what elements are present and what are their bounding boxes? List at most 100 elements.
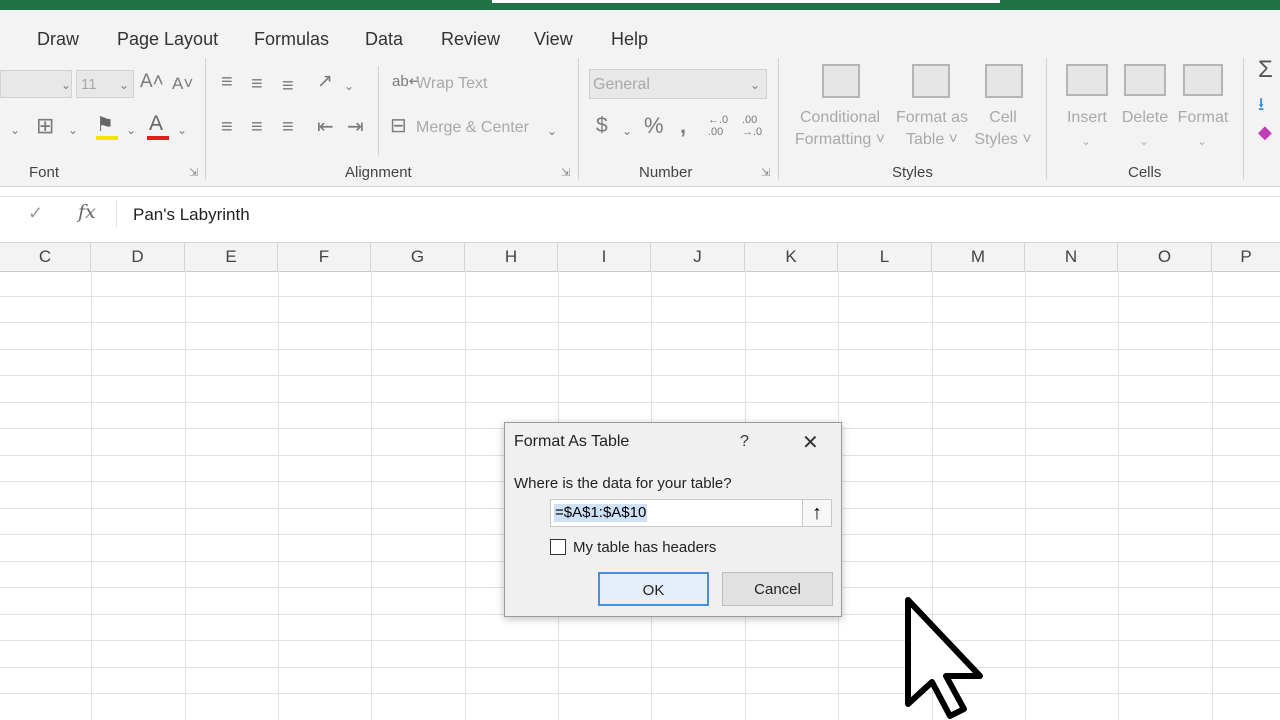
headers-checkbox-label[interactable]: My table has headers — [573, 539, 716, 556]
align-right-icon[interactable]: ≡ — [282, 117, 294, 137]
merge-center-label[interactable]: Merge & Center — [416, 117, 529, 139]
format-cells-icon[interactable] — [1183, 64, 1223, 96]
number-format-select[interactable]: General ⌄ — [589, 69, 767, 99]
comma-style-icon[interactable]: , — [680, 115, 686, 137]
chevron-down-icon[interactable]: ⌄ — [622, 121, 632, 141]
autosum-icon[interactable]: Σ — [1258, 58, 1273, 82]
column-header-l[interactable]: L — [838, 243, 932, 271]
tab-formulas[interactable]: Formulas — [254, 29, 329, 50]
increase-indent-icon[interactable]: ⇥ — [347, 117, 364, 137]
dialog-launcher-icon[interactable]: ⇲ — [189, 166, 198, 179]
collapse-dialog-icon[interactable]: ↑ — [802, 500, 831, 526]
align-bottom-icon[interactable]: ≡ — [282, 76, 294, 96]
column-header-h[interactable]: H — [465, 243, 558, 271]
cancel-button[interactable]: Cancel — [722, 572, 833, 606]
font-group-label: Font — [29, 164, 60, 181]
column-header-p[interactable]: P — [1212, 243, 1280, 271]
font-name-select[interactable]: ⌄ — [0, 70, 72, 98]
format-as-table-icon[interactable] — [912, 64, 950, 98]
align-center-icon[interactable]: ≡ — [251, 117, 263, 137]
cell-styles-label-2[interactable]: Styles ˅ — [968, 129, 1038, 151]
merge-center-icon[interactable]: ⊟ — [390, 116, 407, 136]
chevron-down-icon[interactable]: ⌄ — [68, 120, 78, 140]
dialog-launcher-icon[interactable]: ⇲ — [561, 166, 570, 179]
column-header-o[interactable]: O — [1118, 243, 1212, 271]
chevron-down-icon[interactable]: ⌄ — [1081, 131, 1091, 151]
formula-bar-divider — [116, 200, 117, 228]
align-top-icon[interactable]: ≡ — [221, 72, 233, 92]
column-header-k[interactable]: K — [745, 243, 838, 271]
chevron-down-icon[interactable]: ⌄ — [10, 120, 20, 140]
chevron-down-icon[interactable]: ⌄ — [1139, 131, 1149, 151]
group-divider — [578, 58, 579, 180]
chevron-down-icon[interactable]: ⌄ — [547, 121, 557, 141]
column-header-e[interactable]: E — [185, 243, 278, 271]
clear-eraser-icon[interactable]: ◆ — [1258, 122, 1272, 142]
decrease-decimal-icon[interactable]: .00 →.0 — [742, 114, 762, 138]
column-header-i[interactable]: I — [558, 243, 651, 271]
column-header-g[interactable]: G — [371, 243, 465, 271]
column-header-d[interactable]: D — [91, 243, 185, 271]
grid-line — [1118, 271, 1119, 720]
grid-line — [185, 271, 186, 720]
delete-cells-icon[interactable] — [1124, 64, 1166, 96]
cell-styles-label-1[interactable]: Cell — [970, 107, 1036, 129]
tab-data[interactable]: Data — [365, 29, 403, 50]
format-as-table-label-1[interactable]: Format as — [893, 107, 971, 129]
orientation-icon[interactable]: ↗ — [317, 72, 333, 92]
shrink-font-icon[interactable]: A˅ — [172, 74, 193, 94]
delete-label[interactable]: Delete — [1119, 107, 1171, 129]
tab-page-layout[interactable]: Page Layout — [117, 29, 218, 50]
range-input-value[interactable]: =$A$1:$A$10 — [554, 504, 648, 522]
dialog-launcher-icon[interactable]: ⇲ — [761, 166, 770, 179]
conditional-formatting-label-1[interactable]: Conditional — [792, 107, 888, 129]
insert-cells-icon[interactable] — [1066, 64, 1108, 96]
column-header-n[interactable]: N — [1025, 243, 1118, 271]
column-header-c[interactable]: C — [0, 243, 91, 271]
formula-input[interactable]: Pan's Labyrinth — [133, 205, 250, 225]
insert-label[interactable]: Insert — [1063, 107, 1111, 129]
styles-group-label: Styles — [892, 164, 933, 181]
grow-font-icon[interactable]: A˄ — [140, 72, 164, 92]
tab-help[interactable]: Help — [611, 29, 648, 50]
column-header-m[interactable]: M — [932, 243, 1025, 271]
headers-checkbox[interactable] — [550, 539, 566, 555]
close-icon[interactable]: ✕ — [802, 430, 819, 455]
wrap-text-label[interactable]: Wrap Text — [416, 73, 487, 95]
tab-view[interactable]: View — [534, 29, 573, 50]
group-divider — [205, 58, 206, 180]
increase-decimal-icon[interactable]: ←.0 .00 — [708, 114, 728, 138]
insert-function-icon[interactable]: fx — [78, 201, 96, 223]
help-icon[interactable]: ? — [740, 433, 749, 451]
chevron-down-icon[interactable]: ⌄ — [177, 120, 187, 140]
font-color-icon[interactable]: A — [149, 113, 163, 134]
format-as-table-label-2[interactable]: Table ˅ — [893, 129, 971, 151]
font-size-select[interactable]: 11 ⌄ — [76, 70, 134, 98]
align-left-icon[interactable]: ≡ — [221, 117, 233, 137]
group-divider — [778, 58, 779, 180]
format-label[interactable]: Format — [1175, 107, 1231, 129]
tab-review[interactable]: Review — [441, 29, 500, 50]
align-middle-icon[interactable]: ≡ — [251, 74, 263, 94]
fill-down-icon[interactable]: ⭳ — [1258, 94, 1264, 114]
grid-line — [0, 693, 1280, 694]
conditional-formatting-label-2[interactable]: Formatting ˅ — [790, 129, 890, 151]
tab-draw[interactable]: Draw — [37, 29, 79, 50]
grid-line — [1212, 271, 1213, 720]
fill-color-icon[interactable]: ⚑ — [96, 115, 114, 135]
chevron-down-icon[interactable]: ⌄ — [126, 120, 136, 140]
decrease-indent-icon[interactable]: ⇤ — [317, 117, 334, 137]
enter-check-icon[interactable]: ✓ — [28, 203, 43, 224]
chevron-down-icon[interactable]: ⌄ — [344, 76, 354, 96]
range-input[interactable]: =$A$1:$A$10 ↑ — [550, 499, 832, 527]
chevron-down-icon[interactable]: ⌄ — [1197, 131, 1207, 151]
menu-bar: Draw Page Layout Formulas Data Review Vi… — [0, 10, 1280, 52]
column-header-f[interactable]: F — [278, 243, 371, 271]
currency-icon[interactable]: $ — [596, 115, 608, 136]
conditional-formatting-icon[interactable] — [822, 64, 860, 98]
ok-button[interactable]: OK — [598, 572, 709, 606]
percent-icon[interactable]: % — [644, 115, 664, 137]
column-header-j[interactable]: J — [651, 243, 745, 271]
borders-icon[interactable]: ⊞ — [36, 115, 54, 137]
cell-styles-icon[interactable] — [985, 64, 1023, 98]
